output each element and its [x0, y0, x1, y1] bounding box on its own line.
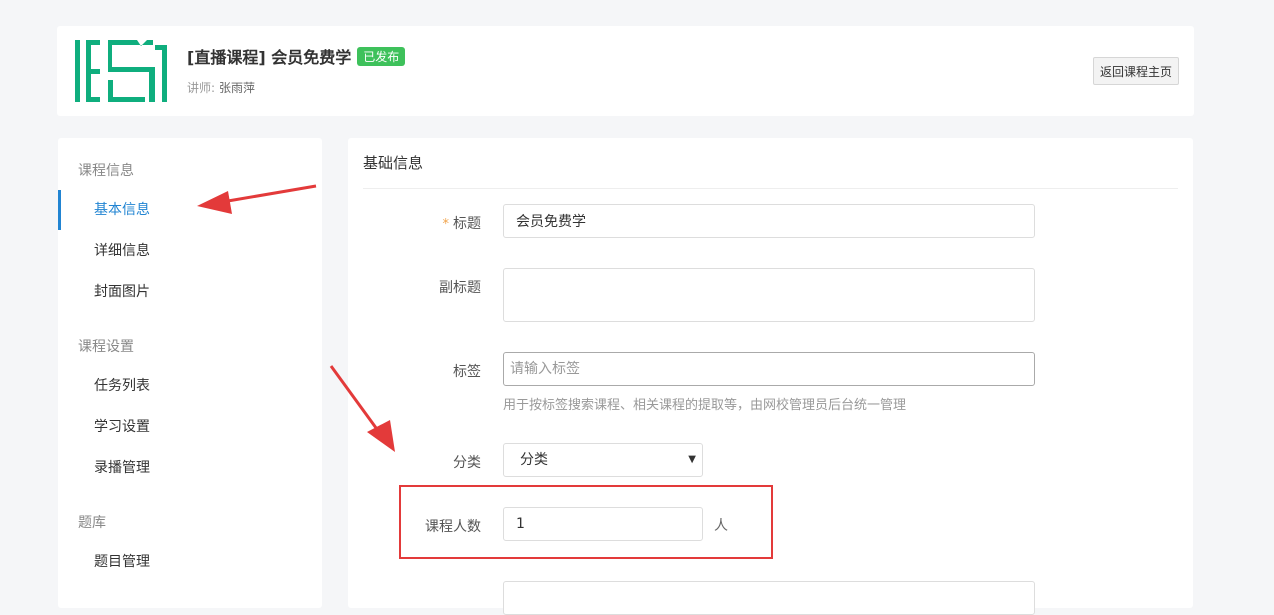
sidebar: 课程信息 基本信息 详细信息 封面图片 课程设置 任务列表 学习设置 录播管理 … [58, 138, 322, 608]
category-select-value: 分类 [520, 452, 548, 468]
tags-label: 标签 [453, 364, 481, 380]
teacher-label: 讲师: [187, 81, 216, 95]
category-select[interactable]: 分类 ▼ [503, 443, 703, 477]
sidebar-item-cover-image[interactable]: 封面图片 [58, 272, 322, 312]
course-header: [直播课程] 会员免费学 已发布 讲师: 张雨萍 返回课程主页 [57, 26, 1194, 116]
tags-help-text: 用于按标签搜索课程、相关课程的提取等，由网校管理员后台统一管理 [503, 398, 907, 413]
tags-input[interactable] [503, 352, 1035, 386]
sidebar-item-recording-management[interactable]: 录播管理 [58, 448, 322, 488]
course-title: [直播课程] 会员免费学 已发布 [187, 44, 406, 68]
sidebar-item-task-list[interactable]: 任务列表 [58, 366, 322, 406]
subtitle-label: 副标题 [439, 280, 481, 296]
next-field-input[interactable] [503, 581, 1035, 615]
course-title-text: [直播课程] 会员免费学 [187, 48, 352, 67]
edusoho-logo-icon [75, 40, 167, 102]
title-input[interactable] [503, 204, 1035, 238]
annotation-highlight-box [399, 485, 773, 559]
back-to-course-button[interactable]: 返回课程主页 [1092, 57, 1179, 85]
required-mark: * [442, 217, 450, 232]
subtitle-textarea[interactable] [503, 268, 1035, 322]
title-label: * 标题 [443, 213, 482, 233]
sidebar-group-course-info: 课程信息 [78, 163, 134, 179]
sidebar-item-detail-info[interactable]: 详细信息 [58, 231, 322, 271]
sidebar-item-learning-settings[interactable]: 学习设置 [58, 407, 322, 447]
section-divider [363, 188, 1178, 189]
section-title: 基础信息 [363, 154, 424, 172]
sidebar-item-basic-info[interactable]: 基本信息 [58, 190, 322, 230]
caret-down-icon: ▼ [688, 454, 696, 465]
category-label: 分类 [453, 455, 481, 471]
sidebar-item-question-management[interactable]: 题目管理 [58, 542, 322, 582]
teacher-info: 讲师: 张雨萍 [187, 79, 255, 96]
status-badge: 已发布 [357, 47, 406, 66]
teacher-name: 张雨萍 [219, 81, 256, 95]
title-label-text: 标题 [453, 216, 481, 232]
sidebar-group-question-bank: 题库 [78, 515, 106, 531]
sidebar-group-course-settings: 课程设置 [78, 339, 134, 355]
